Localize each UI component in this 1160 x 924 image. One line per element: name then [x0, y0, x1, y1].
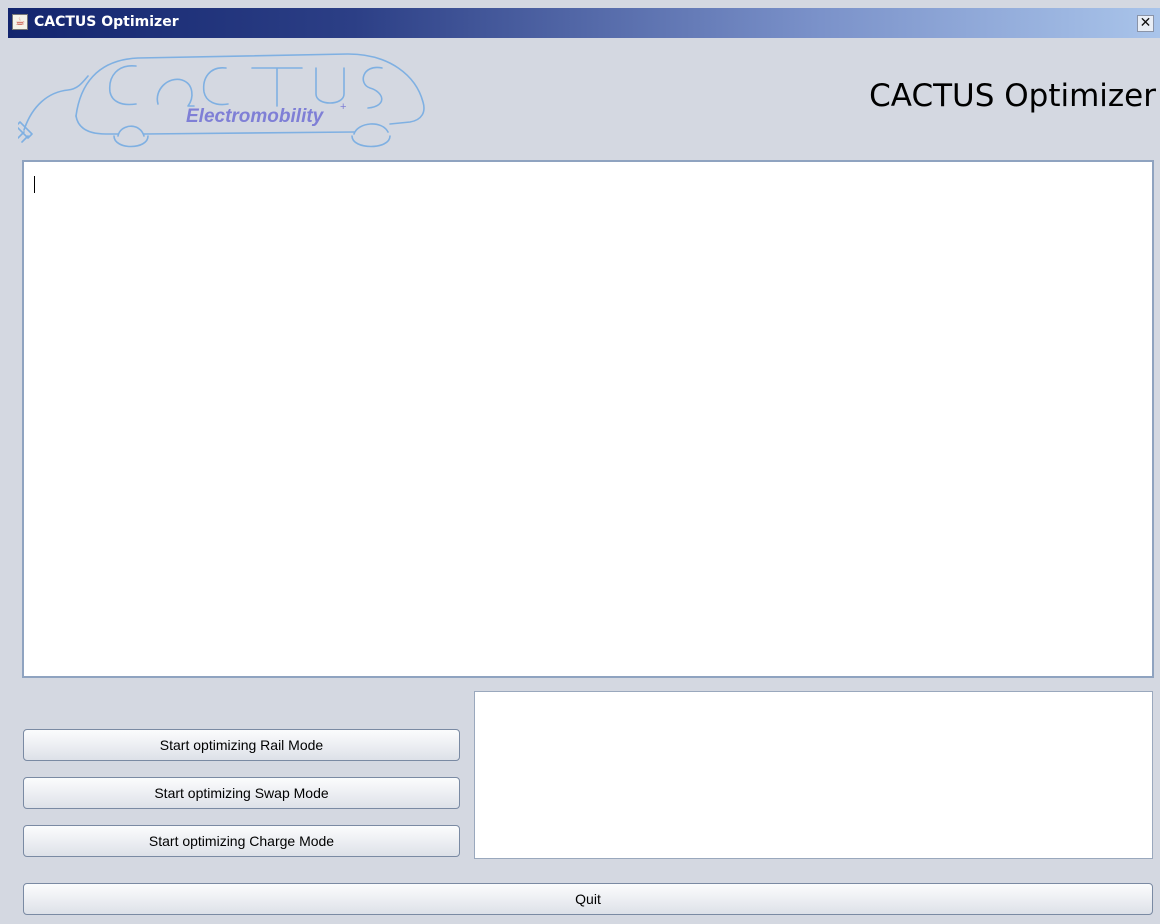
side-text-area[interactable]: [474, 691, 1153, 859]
logo-plus: +: [340, 101, 346, 113]
start-rail-mode-button[interactable]: Start optimizing Rail Mode: [23, 729, 460, 761]
window-title: CACTUS Optimizer: [34, 14, 179, 30]
logo-tagline: Electromobility: [186, 106, 325, 127]
start-charge-mode-button[interactable]: Start optimizing Charge Mode: [23, 825, 460, 857]
app-title: CACTUS Optimizer: [869, 78, 1156, 114]
java-cup-icon: ☕: [12, 14, 28, 30]
close-icon[interactable]: ✕: [1137, 15, 1154, 32]
text-caret: [34, 176, 35, 193]
window-titlebar[interactable]: ☕ CACTUS Optimizer ✕: [8, 8, 1160, 38]
main-text-area[interactable]: [22, 160, 1154, 678]
cactus-logo: Electromobility +: [18, 53, 425, 148]
quit-button[interactable]: Quit: [23, 883, 1153, 915]
start-swap-mode-button[interactable]: Start optimizing Swap Mode: [23, 777, 460, 809]
